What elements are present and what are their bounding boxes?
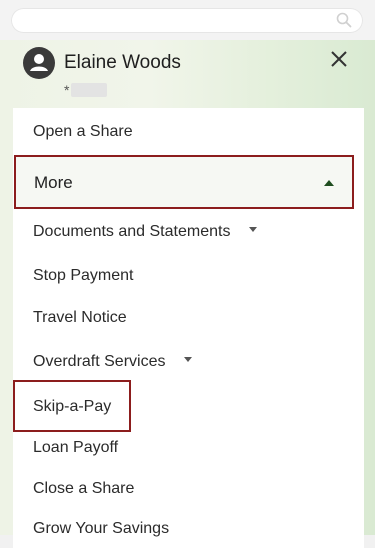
menu-item-documents-and-statements[interactable]: Documents and Statements [33, 223, 257, 241]
menu-item-label: Documents and Statements [33, 223, 231, 240]
menu-item-skip-a-pay[interactable]: Skip-a-Pay [33, 398, 111, 416]
caret-down-icon [183, 357, 192, 363]
menu-panel: Open a Share More Documents and Statemen… [13, 108, 364, 548]
menu-item-stop-payment[interactable]: Stop Payment [33, 267, 134, 285]
menu-item-loan-payoff[interactable]: Loan Payoff [33, 439, 118, 457]
menu-item-travel-notice[interactable]: Travel Notice [33, 309, 127, 327]
menu-item-more[interactable]: More [14, 155, 354, 209]
user-icon [30, 54, 48, 71]
caret-up-icon [324, 180, 334, 186]
menu-item-label: Open a Share [33, 123, 133, 140]
avatar [23, 47, 55, 79]
account-number-redacted [71, 83, 108, 97]
close-icon[interactable] [326, 46, 354, 74]
menu-item-grow-your-savings[interactable]: Grow Your Savings [33, 520, 169, 538]
menu-item-overdraft-services[interactable]: Overdraft Services [33, 353, 192, 371]
menu-item-label: Overdraft Services [33, 353, 166, 370]
menu-item-label: More [34, 173, 73, 192]
menu-item-label: Stop Payment [33, 267, 134, 284]
menu-item-close-a-share[interactable]: Close a Share [33, 480, 134, 498]
account-prefix: * [64, 82, 70, 98]
menu-item-label: Skip-a-Pay [33, 398, 112, 415]
caret-down-icon [248, 227, 257, 233]
user-name: Elaine Woods [64, 52, 181, 73]
search-icon[interactable] [336, 12, 352, 28]
menu-item-label: Close a Share [33, 480, 135, 497]
account-number-masked: * [64, 82, 108, 98]
menu-item-open-a-share[interactable]: Open a Share [33, 123, 133, 141]
search-input[interactable] [11, 8, 363, 33]
menu-item-label: Travel Notice [33, 309, 127, 326]
top-bar [0, 0, 375, 40]
menu-item-label: Loan Payoff [33, 439, 119, 456]
menu-item-label: Grow Your Savings [33, 520, 170, 537]
